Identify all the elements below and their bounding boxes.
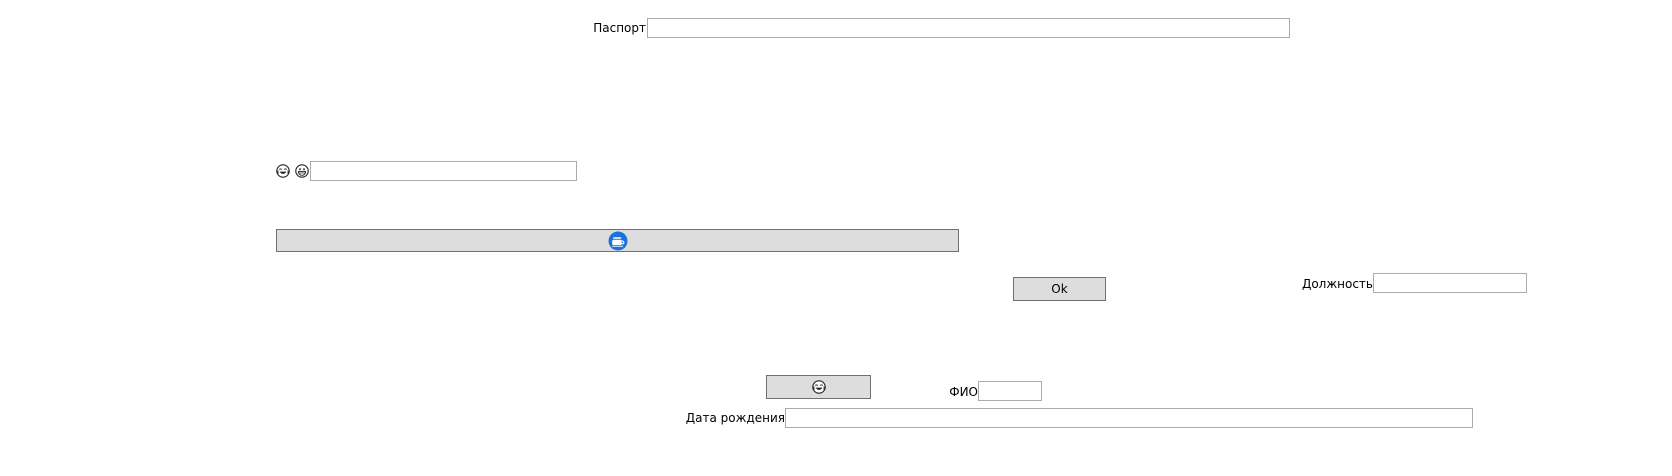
grinning-face-icon	[295, 164, 309, 178]
birthdate-label: Дата рождения	[685, 411, 785, 425]
face-with-tears-of-joy-icon	[276, 164, 290, 178]
face-with-tears-of-joy-icon	[811, 380, 826, 394]
fio-label: ФИО	[949, 385, 978, 399]
ok-button[interactable]: Ok	[1013, 277, 1106, 301]
emoji-button[interactable]	[766, 375, 871, 399]
wide-icon-button[interactable]	[276, 229, 959, 252]
position-input[interactable]	[1373, 273, 1527, 293]
passport-label: Паспорт	[593, 21, 646, 35]
birthdate-input[interactable]	[785, 408, 1473, 428]
emoji-text-input[interactable]	[310, 161, 577, 181]
blue-circle-logo-icon	[608, 231, 628, 251]
fio-input[interactable]	[978, 381, 1042, 401]
position-label: Должность	[1301, 277, 1373, 291]
passport-input[interactable]	[647, 18, 1290, 38]
